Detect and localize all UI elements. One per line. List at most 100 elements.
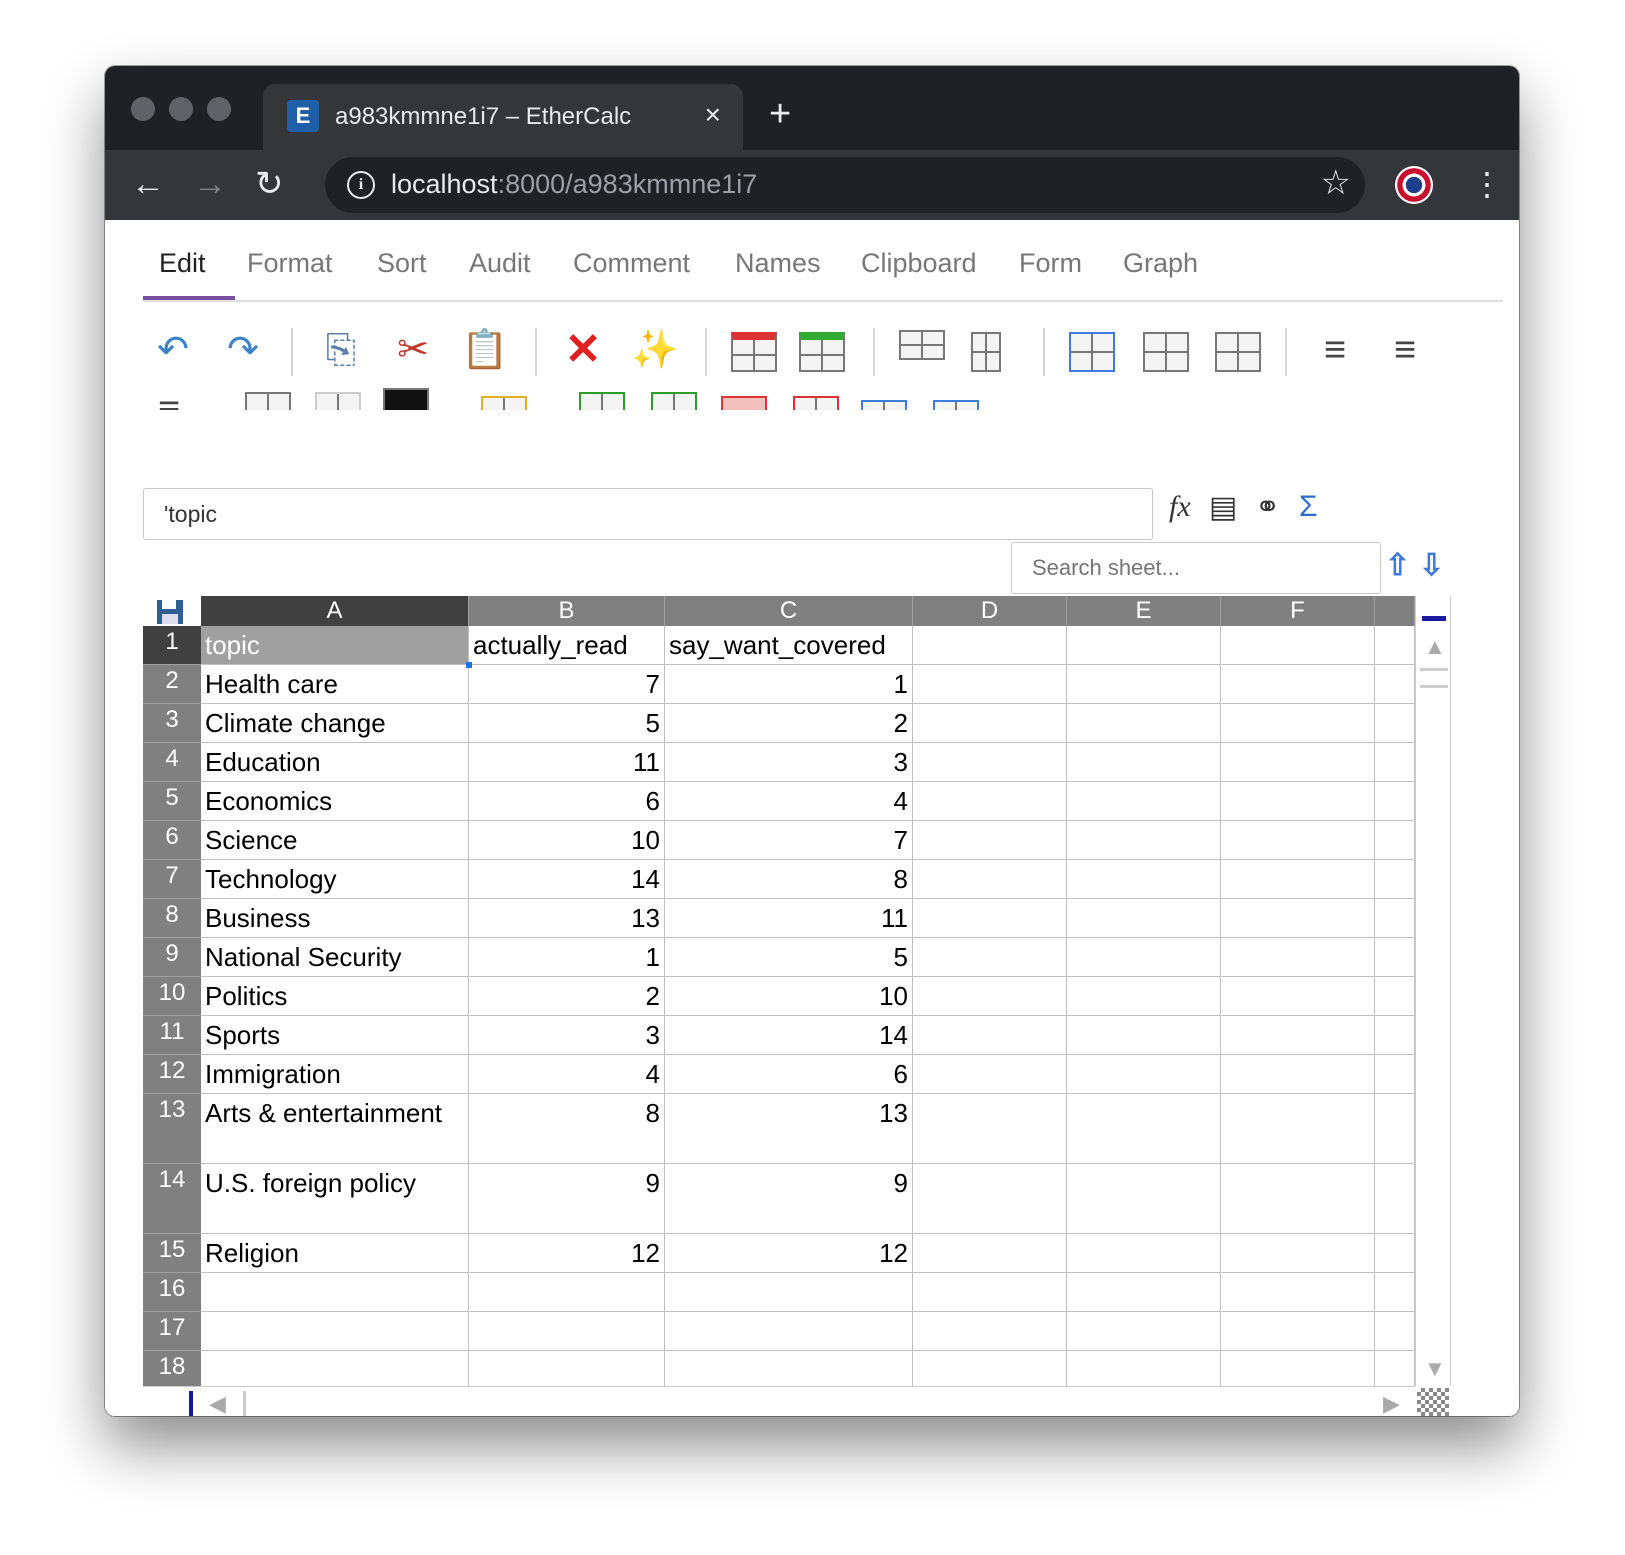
table-cell[interactable]: 3 xyxy=(469,1016,665,1055)
table-cell[interactable] xyxy=(201,1312,469,1351)
site-info-icon[interactable]: i xyxy=(347,171,375,199)
search-previous-icon[interactable]: ⇧ xyxy=(1385,548,1410,583)
url-text[interactable]: localhost:8000/a983kmmne1i7 xyxy=(391,169,757,200)
table-cell[interactable]: National Security xyxy=(201,938,469,977)
forward-icon[interactable]: → xyxy=(193,164,227,204)
table-cell[interactable]: 8 xyxy=(665,860,913,899)
row-header[interactable]: 4 xyxy=(143,743,201,782)
row-header[interactable]: 13 xyxy=(143,1094,201,1164)
table-cell[interactable] xyxy=(1375,977,1415,1016)
insert-row-icon[interactable] xyxy=(899,330,945,360)
row-header[interactable]: 3 xyxy=(143,704,201,743)
add-column-icon[interactable] xyxy=(651,392,697,410)
table-cell[interactable]: 6 xyxy=(469,782,665,821)
multiline-input-icon[interactable]: ▤ xyxy=(1209,490,1237,525)
table-cell[interactable] xyxy=(913,821,1067,860)
table-cell[interactable] xyxy=(1067,899,1221,938)
table-cell[interactable] xyxy=(1221,1273,1375,1312)
reload-icon[interactable]: ↻ xyxy=(255,164,284,204)
table-cell[interactable] xyxy=(913,977,1067,1016)
table-cell[interactable]: 14 xyxy=(469,860,665,899)
table-cell[interactable] xyxy=(1221,1055,1375,1094)
table-cell[interactable]: 1 xyxy=(469,938,665,977)
table-cell[interactable] xyxy=(1067,1351,1221,1390)
column-header-f[interactable]: F xyxy=(1221,596,1375,626)
table-cell[interactable] xyxy=(1067,626,1221,665)
table-cell[interactable] xyxy=(1067,743,1221,782)
swap-colors-icon[interactable] xyxy=(383,388,429,410)
tab-edit[interactable]: Edit xyxy=(159,248,206,279)
table-cell[interactable] xyxy=(1221,704,1375,743)
table-cell[interactable] xyxy=(665,1273,913,1312)
magic-wand-icon[interactable]: ✨ xyxy=(629,324,681,376)
column-header-e[interactable]: E xyxy=(1067,596,1221,626)
table-cell[interactable] xyxy=(1221,938,1375,977)
row-header[interactable]: 9 xyxy=(143,938,201,977)
column-header-c[interactable]: C xyxy=(665,596,913,626)
table-cell[interactable] xyxy=(1375,626,1415,665)
table-cell[interactable] xyxy=(913,1164,1067,1234)
table-cell[interactable] xyxy=(1221,1312,1375,1351)
table-cell[interactable] xyxy=(469,1312,665,1351)
delete-icon[interactable]: ✕ xyxy=(557,324,609,376)
table-cell[interactable]: 11 xyxy=(469,743,665,782)
tab-clipboard[interactable]: Clipboard xyxy=(861,248,977,279)
table-cell[interactable] xyxy=(201,1351,469,1390)
row-header[interactable]: 10 xyxy=(143,977,201,1016)
table-cell[interactable] xyxy=(1375,782,1415,821)
table-cell[interactable] xyxy=(1221,1234,1375,1273)
address-bar[interactable]: i localhost:8000/a983kmmne1i7 ☆ xyxy=(325,157,1365,213)
bookmark-star-icon[interactable]: ☆ xyxy=(1321,163,1351,203)
table-cell[interactable] xyxy=(1375,743,1415,782)
function-icon[interactable]: fx xyxy=(1169,490,1191,524)
table-cell[interactable] xyxy=(1067,1164,1221,1234)
paste-icon[interactable]: 📋 xyxy=(459,324,511,376)
table-cell[interactable] xyxy=(1067,977,1221,1016)
table-cell[interactable] xyxy=(913,626,1067,665)
table-cell[interactable]: Immigration xyxy=(201,1055,469,1094)
scroll-right-icon[interactable]: ▶ xyxy=(1383,1391,1400,1416)
table-cell[interactable] xyxy=(913,1312,1067,1351)
link-icon[interactable]: ⚭ xyxy=(1255,490,1280,525)
column-header-b[interactable]: B xyxy=(469,596,665,626)
hscroll-handle[interactable] xyxy=(243,1391,246,1416)
table-cell[interactable]: 12 xyxy=(665,1234,913,1273)
table-cell[interactable]: 2 xyxy=(469,977,665,1016)
table-cell[interactable] xyxy=(913,1055,1067,1094)
table-cell[interactable] xyxy=(1375,1164,1415,1234)
table-cell[interactable] xyxy=(1067,665,1221,704)
add-row-icon[interactable] xyxy=(579,392,625,410)
table-cell[interactable] xyxy=(1375,665,1415,704)
table-cell[interactable]: 10 xyxy=(665,977,913,1016)
row-header[interactable]: 2 xyxy=(143,665,201,704)
delete-column-icon[interactable] xyxy=(793,396,839,410)
save-icon[interactable] xyxy=(143,596,201,626)
close-tab-icon[interactable]: × xyxy=(705,100,721,130)
table-cell[interactable]: 4 xyxy=(469,1055,665,1094)
new-tab-button[interactable]: + xyxy=(769,94,791,134)
vertical-scrollbar[interactable]: ▲ ▼ xyxy=(1415,596,1451,1386)
tab-format[interactable]: Format xyxy=(247,248,333,279)
table-cell[interactable]: 11 xyxy=(665,899,913,938)
format-table-icon[interactable] xyxy=(1069,332,1115,372)
table-cell[interactable] xyxy=(1375,1016,1415,1055)
table-cell[interactable]: 10 xyxy=(469,821,665,860)
scroll-up-icon[interactable]: ▲ xyxy=(1424,634,1446,660)
redo-icon[interactable]: ↷ xyxy=(217,324,269,376)
tab-graph[interactable]: Graph xyxy=(1123,248,1198,279)
table-cell[interactable] xyxy=(913,938,1067,977)
table-cell[interactable] xyxy=(1221,1016,1375,1055)
table-cell[interactable]: Health care xyxy=(201,665,469,704)
table-cell[interactable]: Economics xyxy=(201,782,469,821)
undo-icon[interactable]: ↶ xyxy=(147,324,199,376)
table-cell[interactable]: Sports xyxy=(201,1016,469,1055)
table-cell[interactable] xyxy=(1221,977,1375,1016)
column-header-a[interactable]: A xyxy=(201,596,469,626)
table-cell[interactable] xyxy=(1221,1164,1375,1234)
row-header[interactable]: 11 xyxy=(143,1016,201,1055)
table-cell[interactable]: 13 xyxy=(469,899,665,938)
search-next-icon[interactable]: ⇩ xyxy=(1419,548,1444,583)
pane-splitter-icon[interactable] xyxy=(1417,1388,1449,1416)
table-cell[interactable]: actually_read xyxy=(469,626,665,665)
table-cell[interactable] xyxy=(201,1273,469,1312)
